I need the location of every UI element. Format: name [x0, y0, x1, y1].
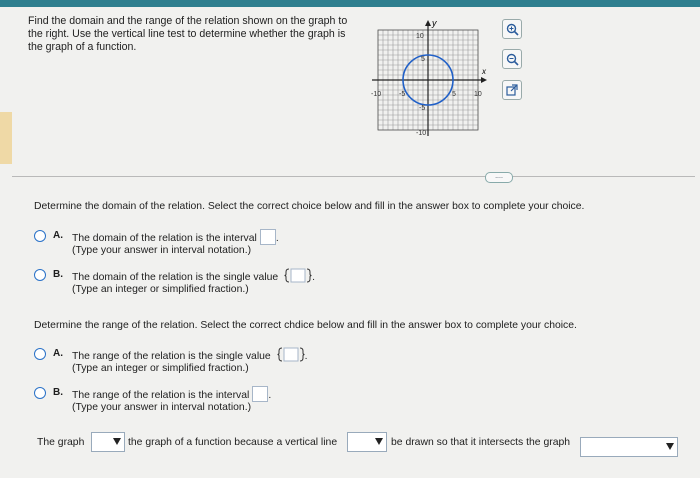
zoom-in-button[interactable]	[502, 19, 522, 39]
domain-a-hint: (Type your answer in interval notation.)	[72, 245, 252, 256]
tick-top: 10	[416, 33, 424, 40]
range-question: Determine the range of the relation. Sel…	[34, 320, 577, 331]
domain-question: Determine the domain of the relation. Se…	[34, 201, 585, 212]
range-a-hint: (Type an integer or simplified fraction.…	[72, 363, 249, 374]
chevron-down-icon	[375, 438, 383, 445]
final-text-3: be drawn so that it intersects the graph	[391, 437, 571, 448]
domain-b-radio[interactable]	[34, 269, 46, 281]
question-indicator	[0, 112, 12, 164]
is-function-dropdown[interactable]	[91, 432, 125, 452]
final-text-2: the graph of a function because a vertic…	[128, 437, 338, 448]
range-b-letter: B.	[53, 387, 63, 398]
tick-y5: 5	[421, 56, 425, 63]
section-divider	[12, 176, 695, 177]
tick-ym5: -5	[419, 105, 425, 112]
tick-xm5: -5	[399, 91, 405, 98]
y-axis-label: y	[431, 18, 437, 28]
vertical-line-dropdown[interactable]	[347, 432, 387, 452]
popout-button[interactable]	[502, 80, 522, 100]
domain-value-set-input[interactable]	[284, 268, 312, 283]
domain-a-radio[interactable]	[34, 230, 46, 242]
range-b-radio[interactable]	[34, 387, 46, 399]
tick-bottom: -10	[416, 130, 426, 137]
top-bar	[0, 0, 700, 7]
zoom-out-button[interactable]	[502, 49, 522, 69]
range-value-set-input[interactable]	[277, 347, 305, 362]
tick-right: 10	[474, 91, 482, 98]
range-interval-input[interactable]	[252, 386, 269, 402]
domain-a-text: The domain of the relation is the interv…	[72, 233, 257, 244]
zoom-in-icon	[506, 23, 519, 36]
tick-left: -10	[371, 91, 381, 98]
domain-b-hint: (Type an integer or simplified fraction.…	[72, 284, 249, 295]
range-b-hint: (Type your answer in interval notation.)	[72, 402, 252, 413]
popout-icon	[506, 84, 518, 96]
tick-x5: 5	[452, 91, 456, 98]
zoom-out-icon	[506, 53, 519, 66]
relation-graph: y x 10 5 -10 -5 -5 5 10 -10	[371, 18, 487, 137]
domain-b-letter: B.	[53, 269, 63, 280]
range-b-text: The range of the relation is the interva…	[72, 390, 250, 401]
more-button[interactable]: ....	[485, 172, 513, 183]
final-text-1: The graph	[37, 437, 85, 448]
range-a-letter: A.	[53, 348, 63, 359]
domain-b-text: The domain of the relation is the single…	[72, 272, 279, 283]
domain-a-letter: A.	[53, 230, 63, 241]
range-a-radio[interactable]	[34, 348, 46, 360]
domain-interval-input[interactable]	[259, 229, 276, 245]
question-prompt: Find the domain and the range of the rel…	[28, 15, 348, 54]
chevron-down-icon	[113, 438, 121, 445]
range-a-text: The range of the relation is the single …	[72, 351, 271, 362]
x-axis-label: x	[481, 67, 487, 76]
intersect-count-dropdown[interactable]	[580, 437, 678, 457]
chevron-down-icon	[666, 443, 674, 450]
